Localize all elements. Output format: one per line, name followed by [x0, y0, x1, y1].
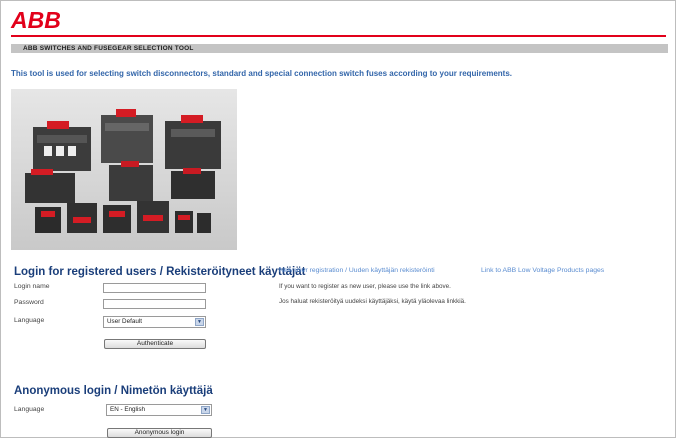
password-label: Password: [14, 299, 44, 306]
anonymous-language-value: EN - English: [110, 406, 145, 413]
abb-products-link[interactable]: Link to ABB Low Voltage Products pages: [481, 267, 604, 274]
chevron-down-icon[interactable]: ▼: [201, 406, 210, 414]
logo-divider: [11, 35, 666, 37]
login-language-select[interactable]: User Default ▼: [103, 316, 206, 328]
tool-title-bar: ABB SWITCHES AND FUSEGEAR SELECTION TOOL: [11, 44, 668, 53]
product-photo: [11, 89, 237, 250]
intro-text: This tool is used for selecting switch d…: [11, 69, 512, 78]
anonymous-login-button[interactable]: Anonymous login: [107, 428, 212, 438]
anonymous-section-title: Anonymous login / Nimetön käyttäjä: [14, 385, 213, 397]
login-name-label: Login name: [14, 283, 50, 290]
login-language-value: User Default: [107, 318, 142, 325]
tool-title: ABB SWITCHES AND FUSEGEAR SELECTION TOOL: [23, 45, 194, 52]
authenticate-button[interactable]: Authenticate: [104, 339, 206, 349]
login-section-title: Login for registered users / Rekisteröit…: [14, 266, 306, 278]
anonymous-language-select[interactable]: EN - English ▼: [106, 404, 212, 416]
register-info-en: If you want to register as new user, ple…: [279, 283, 451, 290]
anonymous-language-label: Language: [14, 406, 45, 413]
switch-products-image: [11, 89, 237, 250]
password-input[interactable]: [103, 299, 206, 309]
login-language-label: Language: [14, 317, 45, 324]
new-user-registration-link[interactable]: New user registration / Uuden käyttäjän …: [279, 267, 435, 274]
login-name-input[interactable]: [103, 283, 206, 293]
abb-logo: ABB: [11, 7, 61, 33]
register-info-fi: Jos haluat rekisteröityä uudeksi käyttäj…: [279, 298, 466, 305]
chevron-down-icon[interactable]: ▼: [195, 318, 204, 326]
